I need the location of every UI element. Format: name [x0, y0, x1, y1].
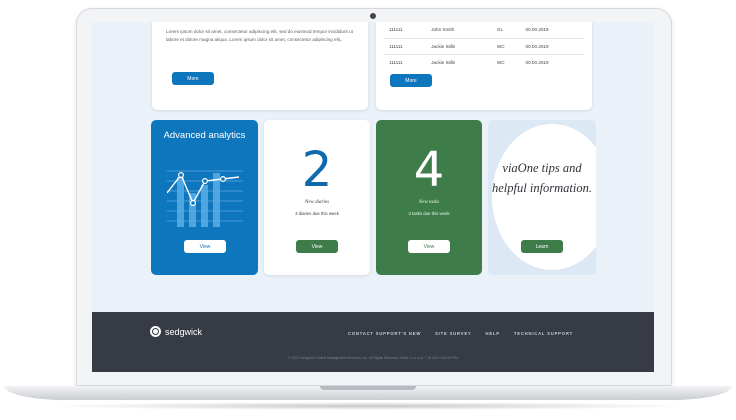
laptop-hinge-notch — [320, 386, 416, 390]
new-diaries-tile: 2 New diaries 3 diaries due this week Vi… — [264, 120, 370, 275]
claim-date: 00.00.2019 — [520, 22, 584, 39]
sedgwick-logo-icon — [150, 326, 161, 337]
claim-type: WC — [491, 38, 521, 55]
footer-link-site-survey[interactable]: SITE SURVEY — [435, 331, 471, 336]
webcam-dot — [370, 13, 376, 19]
tips-text: viaOne tips and helpful information. — [492, 161, 592, 195]
tasks-note: 3 tasks due this week — [408, 211, 450, 216]
new-tasks-tile: 4 New tasks 3 tasks due this week View — [376, 120, 482, 275]
diaries-note: 3 diaries due this week — [295, 211, 339, 216]
laptop-mockup: Lorem ipsum dolor sit amet, consectetur … — [0, 0, 736, 420]
claim-date: 00.00.2019 — [520, 38, 584, 55]
claim-date: 00.00.2019 — [525, 59, 549, 65]
tasks-label: New tasks — [418, 200, 440, 205]
claim-type: GL — [491, 22, 521, 39]
advanced-analytics-tile: Advanced analytics View — [151, 120, 258, 275]
laptop-shadow — [40, 402, 696, 410]
card-body-text: Lorem ipsum dolor sit amet, consectetur … — [166, 29, 353, 42]
diaries-count: 2 — [301, 142, 333, 198]
table-row[interactable]: 111111 John Smith GL 00.00.2019 — [384, 22, 584, 39]
sedgwick-logo[interactable]: sedgwick — [150, 326, 202, 337]
more-button[interactable]: More — [172, 72, 214, 85]
claim-number: 111111 — [384, 22, 427, 39]
logo-text: sedgwick — [165, 326, 203, 337]
view-analytics-button[interactable]: View — [184, 240, 226, 253]
claimant-name: Jackie Stills — [431, 59, 456, 65]
footer-link-technical-support[interactable]: TECHNICAL SUPPORT — [514, 331, 573, 336]
claimant-name: John Smith — [426, 22, 492, 39]
more-button[interactable]: More — [390, 74, 432, 87]
claim-type: WC — [496, 59, 505, 65]
claim-number: 111111 — [384, 38, 427, 55]
site-footer: sedgwick CONTACT SUPPORT'S NEW SITE SURV… — [92, 312, 654, 372]
footer-link-help[interactable]: HELP — [486, 331, 500, 336]
footer-nav: CONTACT SUPPORT'S NEW SITE SURVEY HELP T… — [348, 331, 573, 336]
dashboard-screen: Lorem ipsum dolor sit amet, consectetur … — [92, 22, 654, 372]
footer-link-contact-support[interactable]: CONTACT SUPPORT'S NEW — [348, 331, 421, 336]
tasks-count: 4 — [413, 142, 445, 198]
claims-table-card: 111111 John Smith GL 00.00.2019 111111 J… — [376, 22, 592, 110]
claimant-name: Jackie Stills — [426, 38, 492, 55]
claims-table: 111111 John Smith GL 00.00.2019 111111 J… — [384, 22, 584, 70]
info-card: Lorem ipsum dolor sit amet, consectetur … — [152, 22, 368, 110]
learn-button[interactable]: Learn — [521, 240, 563, 253]
tips-tile: viaOne tips and helpful information. Lea… — [488, 120, 596, 275]
view-tasks-button[interactable]: View — [408, 240, 450, 253]
diaries-label: New diaries — [304, 200, 330, 205]
claim-number: 111111 — [389, 59, 403, 65]
view-diaries-button[interactable]: View — [296, 240, 338, 253]
table-row[interactable]: 111111 Jackie Stills WC 00.00.2019 — [384, 38, 584, 55]
tile-title: Advanced analytics — [163, 130, 246, 141]
analytics-chart-icon — [167, 170, 243, 227]
copyright-text: © 2021 Sedgwick Claims Management Servic… — [288, 356, 458, 360]
table-row[interactable]: 111111 Jackie Stills WC 00.00.2019 — [384, 54, 584, 70]
